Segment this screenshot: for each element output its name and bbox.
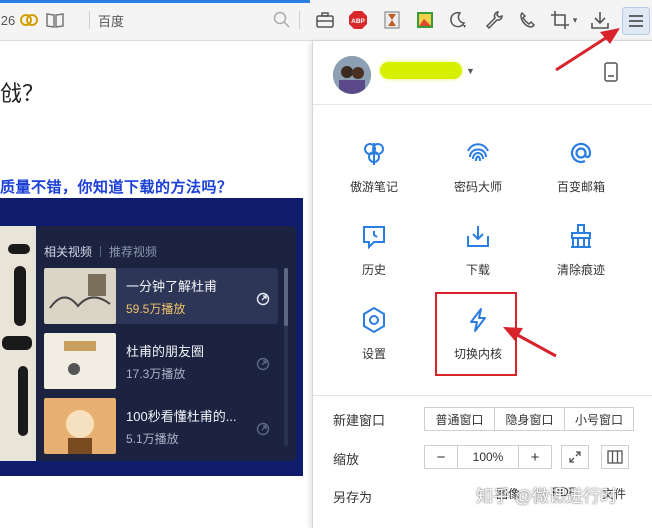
- annotation-arrows: [503, 28, 620, 358]
- arrow-to-switch-engine: [503, 327, 557, 358]
- arrow-to-menu-button: [555, 28, 620, 72]
